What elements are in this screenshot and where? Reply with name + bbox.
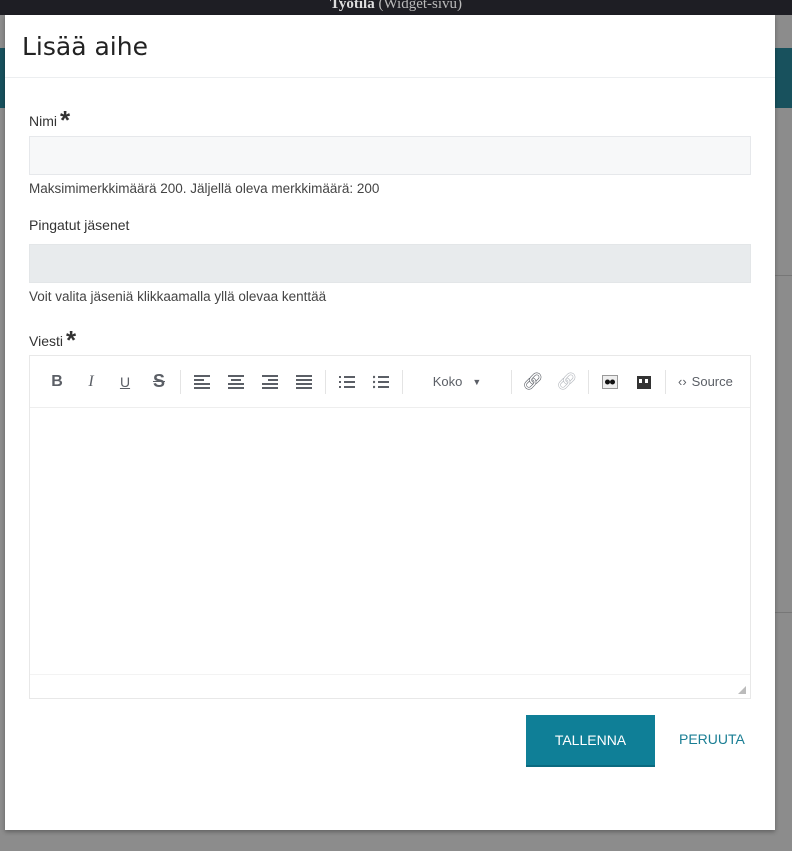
- divider: [775, 612, 792, 613]
- divider: [588, 369, 589, 394]
- align-center-icon[interactable]: [219, 367, 253, 397]
- cancel-button[interactable]: PERUUTA: [679, 731, 745, 747]
- justify-icon[interactable]: [287, 367, 321, 397]
- bullet-list-icon[interactable]: [364, 367, 398, 397]
- divider: [180, 369, 181, 394]
- ordered-list-icon[interactable]: [330, 367, 364, 397]
- dialog-header: Lisää aihe: [5, 15, 775, 78]
- name-label: Nimi *: [29, 105, 71, 135]
- emoji-icon[interactable]: [593, 367, 627, 397]
- members-label: Pingatut jäsenet: [29, 217, 130, 233]
- save-button[interactable]: TALLENNA: [526, 715, 655, 767]
- divider: [511, 369, 512, 394]
- divider: [402, 369, 403, 394]
- align-left-icon[interactable]: [185, 367, 219, 397]
- name-help: Maksimimerkkimäärä 200. Jäljellä oleva m…: [29, 181, 380, 196]
- dialog-title: Lisää aihe: [22, 32, 148, 61]
- message-editor: B I U S Koko ▼ 🔗︎ 🔗︎ ‹› Source: [29, 355, 751, 699]
- editor-statusbar: [30, 674, 750, 698]
- link-icon[interactable]: 🔗︎: [516, 367, 550, 397]
- resize-handle[interactable]: [738, 686, 746, 694]
- background-header: Työtila (Widget-sivu): [0, 0, 792, 15]
- message-label: Viesti *: [29, 325, 77, 355]
- caret-down-icon: ▼: [472, 376, 482, 387]
- members-input[interactable]: [29, 244, 751, 283]
- divider: [665, 369, 666, 394]
- strikethrough-button[interactable]: S: [142, 367, 176, 397]
- add-topic-dialog: Lisää aihe Nimi * Maksimimerkkimäärä 200.…: [5, 15, 775, 830]
- members-help: Voit valita jäseniä klikkaamalla yllä ol…: [29, 289, 327, 304]
- font-size-dropdown[interactable]: Koko ▼: [407, 374, 507, 389]
- italic-button[interactable]: I: [74, 367, 108, 397]
- unlink-icon[interactable]: 🔗︎: [550, 367, 584, 397]
- code-icon: ‹›: [678, 374, 687, 389]
- name-input[interactable]: [29, 136, 751, 175]
- message-textarea[interactable]: [30, 408, 750, 674]
- bold-button[interactable]: B: [40, 367, 74, 397]
- source-button[interactable]: ‹› Source: [670, 374, 741, 389]
- media-icon[interactable]: [627, 367, 661, 397]
- divider: [775, 275, 792, 276]
- align-right-icon[interactable]: [253, 367, 287, 397]
- underline-button[interactable]: U: [108, 367, 142, 397]
- editor-toolbar: B I U S Koko ▼ 🔗︎ 🔗︎ ‹› Source: [30, 356, 750, 408]
- divider: [325, 369, 326, 394]
